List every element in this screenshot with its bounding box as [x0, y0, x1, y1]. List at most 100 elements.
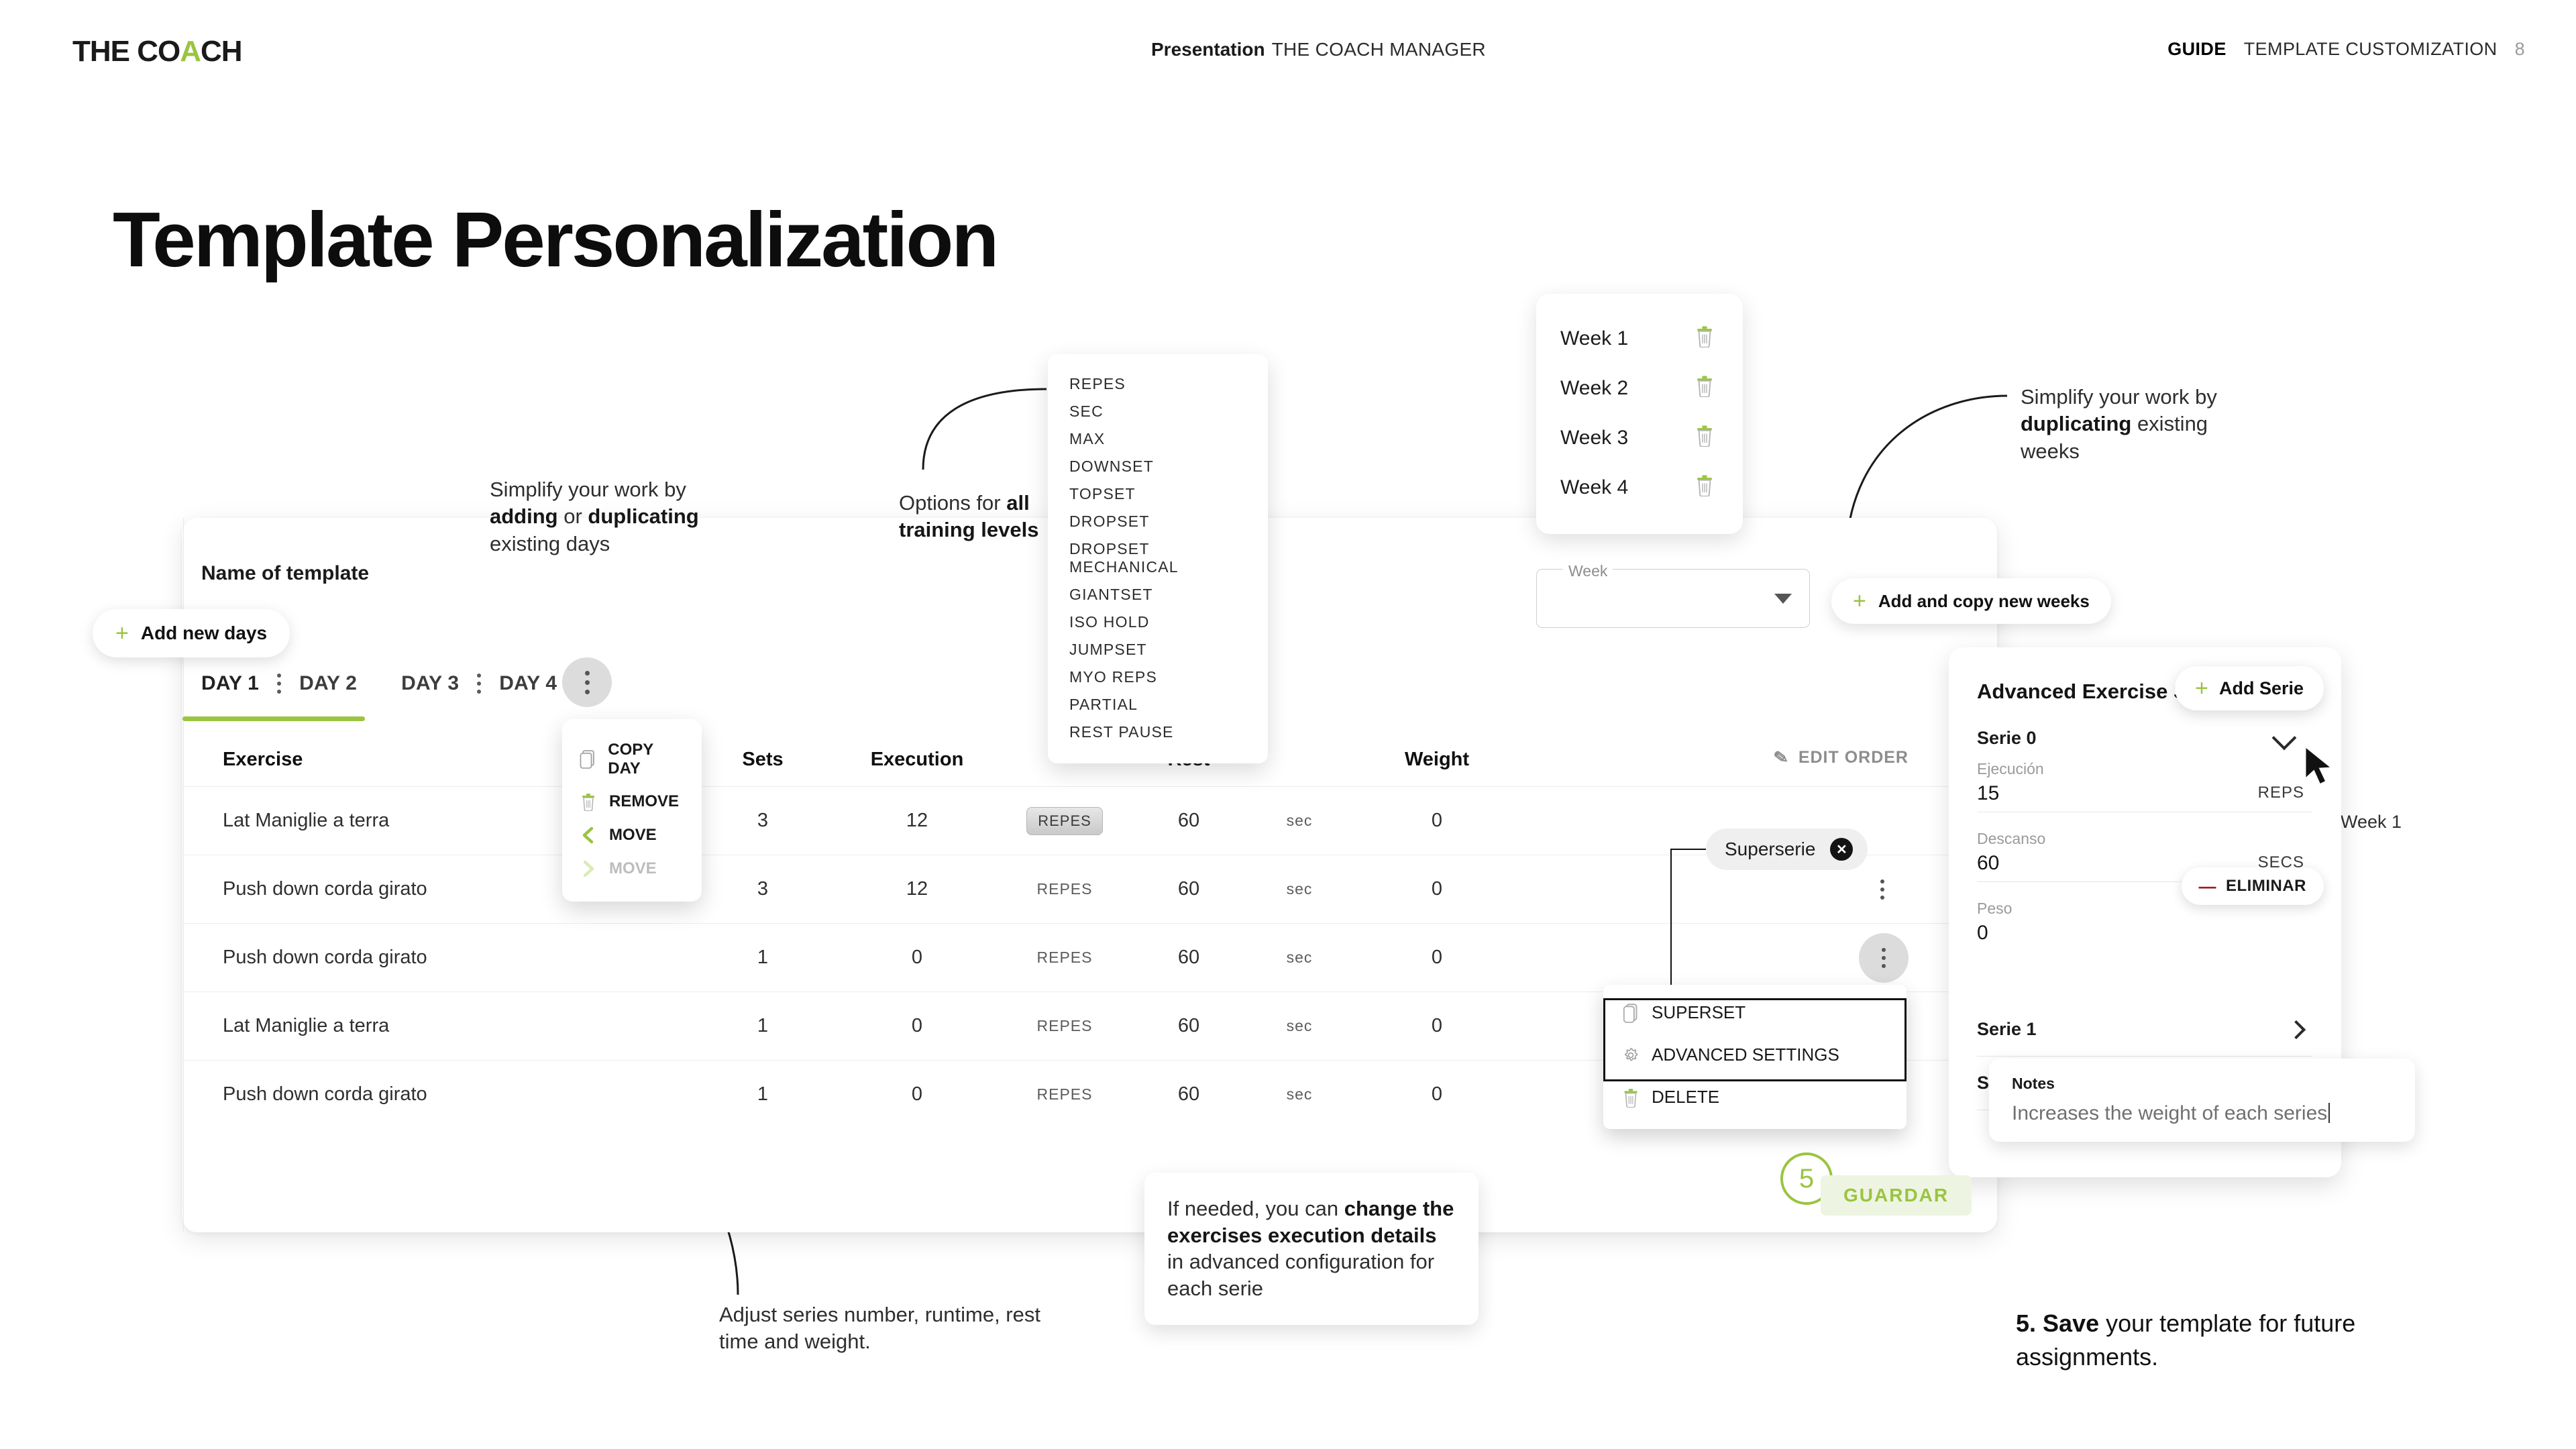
option-topset[interactable]: TOPSET — [1048, 480, 1268, 508]
menu-item-superset[interactable]: SUPERSET — [1603, 991, 1907, 1034]
tab-day-3[interactable]: DAY 3 — [401, 672, 459, 695]
cell-weight[interactable]: 0 — [1350, 947, 1524, 969]
field-ejecucion[interactable]: Ejecución 15 REPS — [1977, 760, 2312, 812]
option-giantset[interactable]: GIANTSET — [1048, 581, 1268, 608]
execution-unit-select[interactable]: REPES — [1026, 806, 1103, 835]
table-row[interactable]: Push down corda girato 1 0 REPES 60 sec … — [182, 923, 1997, 991]
edit-order-button[interactable]: ✎ EDIT ORDER — [1772, 747, 1909, 769]
add-new-days-label: Add new days — [140, 623, 268, 643]
trash-icon — [578, 792, 598, 812]
serie-0-header[interactable]: Serie 0 — [1977, 728, 2037, 749]
cell-sets[interactable]: 3 — [692, 810, 833, 832]
week-label: Week 2 — [1560, 377, 1629, 399]
option-sec[interactable]: SEC — [1048, 398, 1268, 425]
option-partial[interactable]: PARTIAL — [1048, 691, 1268, 718]
superserie-chip[interactable]: Superserie ✕ — [1706, 828, 1868, 870]
cell-sets[interactable]: 1 — [692, 947, 833, 969]
add-new-days-button[interactable]: + Add new days — [93, 609, 290, 657]
cell-weight[interactable]: 0 — [1350, 810, 1524, 832]
eliminar-button[interactable]: — ELIMINAR — [2181, 867, 2324, 905]
close-icon[interactable]: ✕ — [1830, 838, 1854, 861]
row-kebab-icon-active[interactable] — [1859, 932, 1909, 983]
cell-rest[interactable]: 60 — [1128, 1015, 1249, 1037]
cell-sets[interactable]: 1 — [692, 1015, 833, 1037]
notes-field[interactable]: Notes Increases the weight of each serie… — [1989, 1059, 2415, 1142]
option-dropset-mechanical[interactable]: DROPSET MECHANICAL — [1048, 535, 1268, 581]
option-myo-reps[interactable]: MYO REPS — [1048, 663, 1268, 691]
header-section: GUIDE TEMPLATE CUSTOMIZATION 8 — [2167, 39, 2525, 60]
field-peso[interactable]: Peso 0 — [1977, 900, 2312, 951]
menu-item-label: DELETE — [1652, 1087, 1720, 1107]
add-and-copy-weeks-button[interactable]: + Add and copy new weeks — [1831, 578, 2111, 624]
tab-day-4[interactable]: DAY 4 — [499, 672, 557, 695]
execution-unit-select[interactable]: REPES — [1001, 949, 1128, 967]
trash-icon[interactable] — [1695, 474, 1715, 502]
cell-execution[interactable]: 0 — [833, 947, 1001, 969]
guardar-button[interactable]: GUARDAR — [1821, 1175, 1972, 1216]
execution-options-dropdown[interactable]: REPES SEC MAX DOWNSET TOPSET DROPSET DRO… — [1048, 354, 1268, 763]
cell-sets[interactable]: 3 — [692, 878, 833, 900]
option-repes[interactable]: REPES — [1048, 370, 1268, 398]
cell-weight[interactable]: 0 — [1350, 1015, 1524, 1037]
menu-item-advanced-settings[interactable]: ADVANCED SETTINGS — [1603, 1034, 1907, 1076]
week-list-item[interactable]: Week 1 — [1536, 314, 1743, 364]
cell-rest[interactable]: 60 — [1128, 810, 1249, 832]
minus-icon: — — [2198, 875, 2216, 896]
trash-icon[interactable] — [1695, 325, 1715, 353]
menu-item-delete[interactable]: DELETE — [1603, 1076, 1907, 1118]
week-list-item[interactable]: Week 4 — [1536, 463, 1743, 513]
annotation-series: Adjust series number, runtime, rest time… — [719, 1303, 1040, 1354]
tab-day-1[interactable]: DAY 1 — [201, 672, 259, 695]
cell-sets[interactable]: 1 — [692, 1083, 833, 1106]
cell-rest[interactable]: 60 — [1128, 878, 1249, 900]
annotation-callout-advanced: If needed, you can change the exercises … — [1144, 1173, 1479, 1325]
row-context-menu[interactable]: SUPERSET ADVANCED SETTINGS DELETE — [1603, 985, 1907, 1129]
trash-icon[interactable] — [1695, 424, 1715, 452]
cell-execution[interactable]: 0 — [833, 1015, 1001, 1037]
cell-weight[interactable]: 0 — [1350, 878, 1524, 900]
row-kebab-icon[interactable] — [1880, 879, 1884, 900]
execution-unit-select[interactable]: REPES — [1001, 880, 1128, 898]
field-value[interactable]: 0 — [1977, 922, 2312, 951]
serie-1-row[interactable]: Serie 1 — [1977, 1003, 2312, 1057]
cell-execution[interactable]: 0 — [833, 1083, 1001, 1106]
add-serie-button[interactable]: + Add Serie — [2175, 666, 2324, 710]
day-2-kebab-icon[interactable] — [562, 657, 612, 707]
day-1-kebab-icon[interactable] — [259, 674, 299, 694]
execution-unit-select[interactable]: REPES — [1001, 1085, 1128, 1104]
menu-item-move-left[interactable]: MOVE — [562, 818, 702, 852]
page-title: Template Personalization — [113, 196, 999, 283]
menu-item-remove[interactable]: REMOVE — [562, 785, 702, 818]
day-context-menu[interactable]: COPY DAY REMOVE MOVE MOVE — [562, 719, 702, 902]
chevron-down-icon[interactable] — [2271, 725, 2297, 751]
option-iso-hold[interactable]: ISO HOLD — [1048, 608, 1268, 636]
day-3-kebab-icon[interactable] — [459, 674, 499, 694]
cell-execution[interactable]: 12 — [833, 878, 1001, 900]
week-list-item[interactable]: Week 2 — [1536, 364, 1743, 413]
add-serie-label: Add Serie — [2218, 678, 2304, 698]
notes-value[interactable]: Increases the weight of each series — [2012, 1102, 2392, 1125]
annotation-training-levels: Options for all training levels — [899, 491, 1039, 542]
option-dropset[interactable]: DROPSET — [1048, 508, 1268, 535]
cell-weight[interactable]: 0 — [1350, 1083, 1524, 1106]
trash-icon[interactable] — [1695, 374, 1715, 402]
cell-rest-unit: sec — [1286, 1017, 1313, 1034]
cell-rest[interactable]: 60 — [1128, 947, 1249, 969]
option-jumpset[interactable]: JUMPSET — [1048, 636, 1268, 663]
tab-day-2[interactable]: DAY 2 — [299, 672, 357, 695]
cell-rest[interactable]: 60 — [1128, 1083, 1249, 1106]
chevron-left-icon — [578, 825, 598, 845]
execution-unit-select[interactable]: REPES — [1001, 1017, 1128, 1035]
menu-item-copy-day[interactable]: COPY DAY — [562, 734, 702, 785]
header-guide-label: GUIDE — [2167, 39, 2226, 59]
annotation-save-step: 5. Save your template for future assignm… — [2016, 1309, 2356, 1371]
copy-icon — [1621, 1003, 1641, 1023]
trash-icon — [1621, 1087, 1641, 1108]
week-list-item[interactable]: Week 3 — [1536, 413, 1743, 463]
cell-exercise: Lat Maniglie a terra — [223, 1015, 390, 1036]
option-max[interactable]: MAX — [1048, 425, 1268, 453]
cell-execution[interactable]: 12 — [833, 810, 1001, 832]
option-downset[interactable]: DOWNSET — [1048, 453, 1268, 480]
option-rest-pause[interactable]: REST PAUSE — [1048, 718, 1268, 746]
cell-exercise: Push down corda girato — [223, 1083, 427, 1105]
